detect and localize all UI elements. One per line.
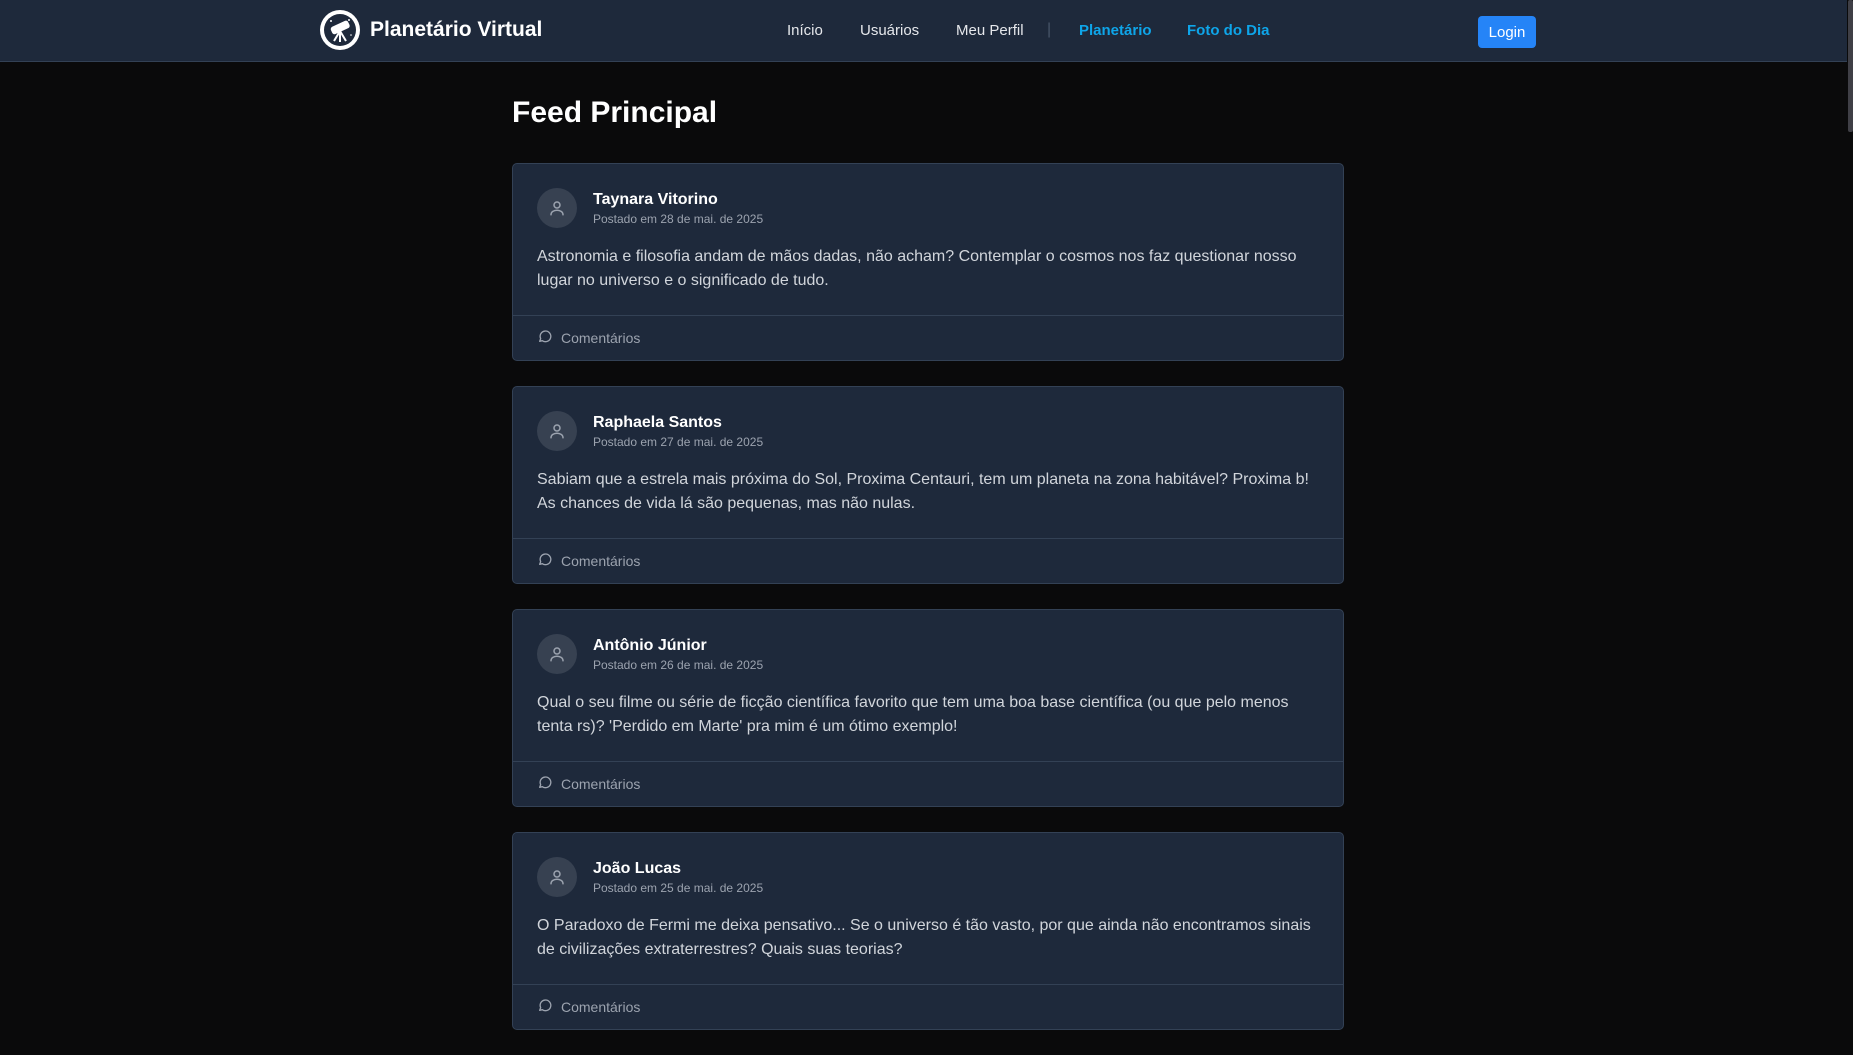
user-icon [537,411,577,451]
user-icon [537,857,577,897]
post-date: Postado em 28 de mai. de 2025 [593,211,764,226]
post-author: Taynara Vitorino [593,190,718,208]
post-date: Postado em 27 de mai. de 2025 [593,434,764,449]
page-title: Feed Principal [512,96,718,129]
post-card: Raphaela Santos Postado em 27 de mai. de… [512,386,1344,584]
post-header: João Lucas Postado em 25 de mai. de 2025 [537,857,763,897]
post-footer: Comentários [513,984,1343,1029]
post-content: Qual o seu filme ou série de ficção cien… [537,694,1289,735]
post-content: Sabiam que a estrela mais próxima do Sol… [537,471,1309,512]
post-card: Taynara Vitorino Postado em 28 de mai. d… [512,163,1344,361]
nav-separator: | [1047,21,1052,38]
nav-inicio[interactable]: Início [787,22,823,39]
post-header: Taynara Vitorino Postado em 28 de mai. d… [537,188,763,228]
post-footer: Comentários [513,761,1343,806]
scrollbar-thumb[interactable] [1848,0,1853,132]
comments-link[interactable]: Comentários [561,999,640,1015]
user-icon [537,188,577,228]
nav-planetario[interactable]: Planetário [1079,22,1152,39]
post-author: Raphaela Santos [593,413,722,431]
comment-icon [537,774,553,795]
post-author: João Lucas [593,859,682,877]
nav-meu-perfil[interactable]: Meu Perfil [956,22,1024,39]
navbar: Planetário Virtual Início Usuários Meu P… [0,0,1853,62]
nav-foto-do-dia[interactable]: Foto do Dia [1187,22,1270,39]
post-card: João Lucas Postado em 25 de mai. de 2025… [512,832,1344,1030]
post-content: Astronomia e filosofia andam de mãos dad… [537,248,1297,289]
post-feed: Taynara Vitorino Postado em 28 de mai. d… [512,163,1344,1055]
login-button[interactable]: Login [1478,16,1536,48]
nav-usuarios[interactable]: Usuários [860,22,919,39]
post-date: Postado em 26 de mai. de 2025 [593,657,764,672]
user-icon [537,634,577,674]
comments-link[interactable]: Comentários [561,776,640,792]
post-author: Antônio Júnior [593,636,707,654]
post-card: Antônio Júnior Postado em 26 de mai. de … [512,609,1344,807]
comments-link[interactable]: Comentários [561,553,640,569]
post-footer: Comentários [513,538,1343,583]
post-footer: Comentários [513,315,1343,360]
comments-link[interactable]: Comentários [561,330,640,346]
post-header: Antônio Júnior Postado em 26 de mai. de … [537,634,763,674]
post-date: Postado em 25 de mai. de 2025 [593,880,764,895]
comment-icon [537,551,553,572]
comment-icon [537,328,553,349]
post-content: O Paradoxo de Fermi me deixa pensativo..… [537,917,1311,958]
page-scrollbar[interactable] [1847,0,1853,962]
nav-links: Início Usuários Meu Perfil | Planetário … [0,0,1853,62]
post-header: Raphaela Santos Postado em 27 de mai. de… [537,411,763,451]
comment-icon [537,997,553,1018]
